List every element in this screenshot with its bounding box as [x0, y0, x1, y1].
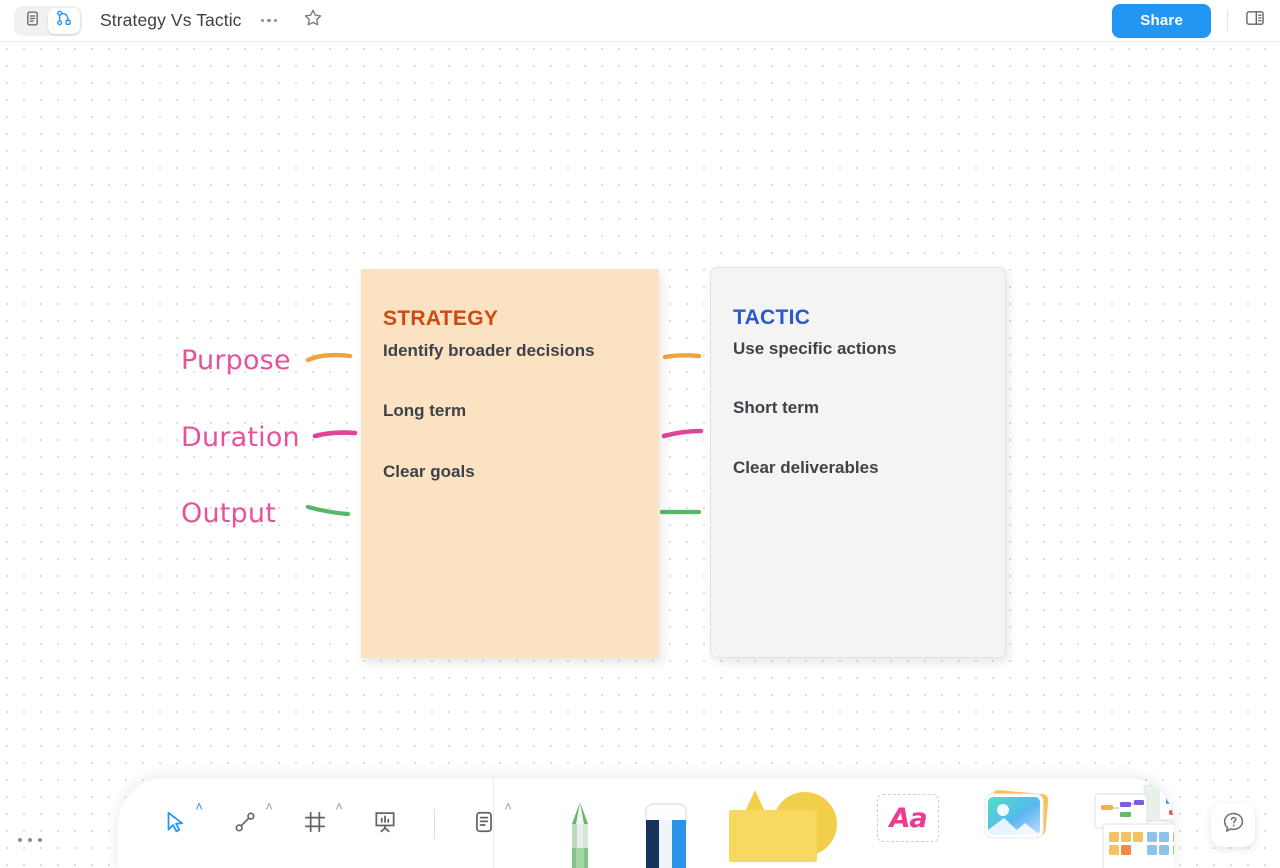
- more-dots-icon: [260, 18, 265, 23]
- presentation-tool[interactable]: [364, 803, 406, 845]
- help-button[interactable]: [1211, 803, 1255, 847]
- favorite-button[interactable]: [302, 7, 324, 34]
- connector-stroke-output-left[interactable]: [305, 499, 353, 521]
- help-question-icon: [1221, 810, 1246, 840]
- star-icon: [302, 7, 324, 34]
- media-tool[interactable]: [973, 780, 1057, 868]
- board-canvas[interactable]: Purpose Duration Output STRATEGY Identif…: [0, 42, 1280, 868]
- select-cursor-tool[interactable]: ˄: [154, 800, 203, 845]
- toolbar-basic-tools: ˄ ˄ ˄ ˄: [118, 778, 512, 868]
- header-more-menu[interactable]: [258, 13, 281, 29]
- card-item: Long term: [383, 401, 467, 421]
- chevron-up-icon[interactable]: ˄: [335, 800, 343, 813]
- note-document-icon: [471, 809, 497, 840]
- card-item: Clear goals: [383, 461, 475, 481]
- connector-stroke-output-right[interactable]: [659, 504, 703, 522]
- app-root: Strategy Vs Tactic Share Purpose Duratio…: [0, 0, 1280, 868]
- row-label-purpose[interactable]: Purpose: [181, 345, 291, 376]
- frame-tool[interactable]: ˄: [294, 800, 343, 845]
- connector-stroke-duration-left[interactable]: [312, 424, 360, 444]
- card-title-tactic: TACTIC: [733, 306, 811, 329]
- more-dots-icon: [273, 18, 278, 23]
- chevron-up-icon[interactable]: ˄: [195, 800, 203, 813]
- eraser-tool[interactable]: [637, 780, 693, 868]
- share-button[interactable]: Share: [1112, 3, 1211, 38]
- presentation-board-icon: [372, 809, 398, 840]
- connector-stroke-duration-right[interactable]: [661, 424, 705, 444]
- toolbar-divider: [434, 809, 435, 839]
- toolbar-creative-tools: Aa: [505, 778, 1174, 868]
- card-strategy[interactable]: STRATEGY Identify broader decisions Long…: [361, 269, 659, 658]
- toggle-right-panel-button[interactable]: [1244, 7, 1266, 34]
- connector-stroke-purpose-left[interactable]: [305, 347, 355, 367]
- document-title[interactable]: Strategy Vs Tactic: [100, 10, 242, 31]
- card-item: Clear deliverables: [733, 457, 879, 477]
- more-dots-icon: [267, 18, 271, 23]
- more-dots-icon: [18, 838, 22, 842]
- cursor-arrow-icon: [162, 809, 188, 840]
- connector-tool[interactable]: ˄: [224, 800, 273, 845]
- note-tool[interactable]: ˄: [463, 800, 512, 845]
- mode-button-document[interactable]: [16, 8, 48, 34]
- connector-stroke-purpose-right[interactable]: [662, 349, 704, 367]
- view-mode-switch[interactable]: [14, 5, 82, 36]
- text-tool[interactable]: Aa: [873, 780, 943, 868]
- right-panel-icon: [1244, 7, 1266, 34]
- pencil-tool[interactable]: [553, 780, 607, 868]
- template-tool[interactable]: [1087, 780, 1174, 868]
- header-actions: Share: [1112, 3, 1280, 38]
- more-dots-icon: [38, 838, 42, 842]
- card-item: Use specific actions: [733, 339, 897, 358]
- card-title-strategy: STRATEGY: [383, 307, 499, 330]
- card-tactic[interactable]: TACTIC Use specific actions Short term C…: [710, 267, 1006, 658]
- shapes-tool[interactable]: [723, 780, 843, 868]
- text-tool-label: Aa: [889, 802, 927, 834]
- app-header: Strategy Vs Tactic Share: [0, 0, 1280, 42]
- card-item: Short term: [733, 398, 819, 418]
- flow-graph-icon: [55, 9, 73, 32]
- chevron-up-icon[interactable]: ˄: [504, 800, 512, 813]
- connector-line-icon: [232, 809, 258, 840]
- card-item: Identify broader decisions: [383, 341, 595, 360]
- frame-icon: [302, 809, 328, 840]
- row-label-duration[interactable]: Duration: [181, 422, 300, 453]
- mode-button-board[interactable]: [48, 7, 80, 34]
- canvas-menu-button[interactable]: [18, 838, 42, 842]
- document-icon: [24, 10, 41, 32]
- header-divider: [1227, 9, 1228, 32]
- row-label-output[interactable]: Output: [181, 498, 276, 529]
- more-dots-icon: [28, 838, 32, 842]
- bottom-toolbar: ˄ ˄ ˄ ˄ Aa: [118, 778, 1174, 868]
- chevron-up-icon[interactable]: ˄: [265, 800, 273, 813]
